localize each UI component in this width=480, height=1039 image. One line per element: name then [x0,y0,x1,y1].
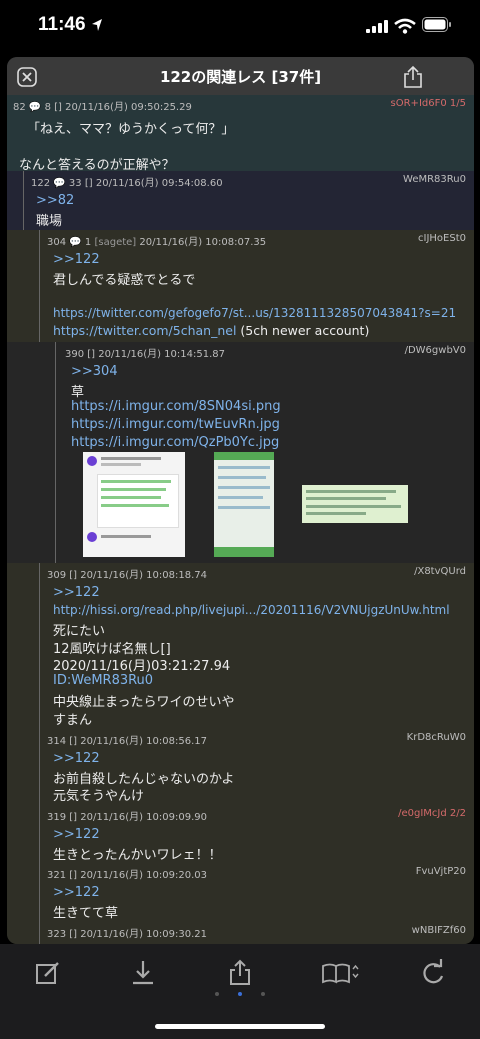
post-number: 82 [13,102,26,113]
refresh-icon[interactable] [418,958,448,988]
sage-mark: [] [69,736,78,747]
post-text: 君しんでる疑惑でとるで [53,273,196,288]
image-link[interactable]: https://i.imgur.com/8SN04si.png [71,399,281,414]
hissi-link[interactable]: http://hissi.org/read.php/livejupi.../20… [53,603,450,617]
post-date: 20/11/16(月) 10:09:20.03 [80,870,207,881]
post-314[interactable]: 314 [] 20/11/16(月) 10:08:56.17 KrD8cRuW0… [7,729,474,805]
anchor-link[interactable]: >>122 [53,827,100,842]
post-number: 321 [47,870,67,881]
sage-mark: [] [69,812,78,823]
post-date: 20/11/16(月) 09:50:25.29 [65,102,192,113]
image-thumbnail[interactable] [83,452,185,557]
post-text: 生きてて草 [53,906,119,921]
anchor-link[interactable]: >>122 [53,885,100,900]
image-thumbnail[interactable] [302,485,408,523]
reply-count[interactable]: 33 [69,178,82,189]
post-date: 20/11/16(月) 10:09:09.90 [80,812,207,823]
share-icon[interactable] [402,65,424,89]
page-indicator-dot [261,992,265,996]
post-id[interactable]: /X8tvQUrd [414,566,466,577]
post-number: 323 [47,929,67,940]
book-icon[interactable] [321,958,361,988]
share-icon[interactable] [225,958,255,988]
sage-mark: [] [84,178,93,189]
signal-icon [366,20,388,33]
status-bar: 11:46 [0,0,480,50]
post-date: 20/11/16(月) 10:08:18.74 [80,570,207,581]
reply-icon[interactable]: 💬 [53,178,65,189]
anchor-link[interactable]: >>82 [36,193,74,208]
location-arrow-icon [92,19,102,31]
related-replies-modal: 122の関連レス [37件] 82 💬 8 [] 20/11/16(月) 09:… [7,57,474,944]
anchor-link[interactable]: >>122 [53,252,100,267]
image-link[interactable]: https://i.imgur.com/twEuvRn.jpg [71,417,280,432]
post-id[interactable]: wNBIFZf60 [412,925,466,936]
sage-mark: [] [54,102,62,113]
post-390[interactable]: 390 [] 20/11/16(月) 10:14:51.87 /DW6gwbV0… [7,342,474,563]
post-number: 304 [47,237,67,248]
modal-header: 122の関連レス [37件] [7,57,474,95]
reply-count[interactable]: 1 [85,237,91,248]
sage-mark: [] [87,349,96,360]
post-text: 職場 [36,214,63,229]
post-id[interactable]: /e0gIMcJd 2/2 [398,808,466,819]
post-text: 「ねえ、ママ？ゆうかくって何？」 [27,122,235,137]
anchor-link[interactable]: >>122 [53,751,100,766]
home-indicator[interactable] [155,1024,325,1029]
twitter-link[interactable]: https://twitter.com/5chan_nel [53,323,236,338]
post-date: 20/11/16(月) 10:08:07.35 [139,237,267,248]
post-number: 309 [47,570,67,581]
post-319[interactable]: 319 [] 20/11/16(月) 10:09:09.90 /e0gIMcJd… [7,805,474,863]
twitter-link[interactable]: https://twitter.com/gefogefo7/st...us/13… [53,306,456,320]
post-text: 中央線止まったらワイのせいや [53,695,235,710]
sage-mark: [sagete] [94,237,137,248]
post-date: 20/11/16(月) 10:09:30.21 [80,929,207,940]
post-id[interactable]: cIJHoESt0 [418,233,466,244]
post-id[interactable]: sOR+Id6F0 1/5 [391,98,466,109]
post-id[interactable]: FvuVjtP20 [416,866,466,877]
reply-icon[interactable]: 💬 [69,237,81,248]
post-text: 生きとったんかいワレェ！！ [53,848,222,863]
post-text: 元気そうやんけ [53,789,145,804]
post-number: 314 [47,736,67,747]
post-323[interactable]: 323 [] 20/11/16(月) 10:09:30.21 wNBIFZf60 [7,922,474,944]
page-indicator-dot-active [238,992,242,996]
anchor-link[interactable]: >>304 [71,364,118,379]
reply-icon[interactable]: 💬 [29,102,41,113]
post-309[interactable]: 309 [] 20/11/16(月) 10:08:18.74 /X8tvQUrd… [7,563,474,729]
battery-icon [422,17,451,32]
anchor-link[interactable]: >>122 [53,585,100,600]
download-icon[interactable] [128,958,158,988]
post-82[interactable]: 82 💬 8 [] 20/11/16(月) 09:50:25.29 sOR+Id… [7,95,474,171]
sage-mark: [] [69,570,78,581]
post-number: 319 [47,812,67,823]
post-text: すまん [53,713,93,728]
id-link[interactable]: ID:WeMR83Ru0 [53,673,153,688]
post-text: 草 [71,385,85,400]
post-id[interactable]: /DW6gwbV0 [405,345,466,356]
post-date: 20/11/16(月) 10:14:51.87 [98,349,225,360]
compose-icon[interactable] [33,958,63,988]
image-thumbnail[interactable] [214,452,274,557]
reply-count[interactable]: 8 [45,102,51,113]
post-text: 死にたい [53,624,106,639]
post-id[interactable]: WeMR83Ru0 [403,174,466,185]
post-text: なんと答えるのが正解や？ [19,158,175,171]
sage-mark: [] [69,929,78,940]
post-122[interactable]: 122 💬 33 [] 20/11/16(月) 09:54:08.60 WeMR… [7,171,474,230]
clock: 11:46 [38,14,86,35]
post-date: 20/11/16(月) 10:08:56.17 [80,736,207,747]
post-number: 122 [31,178,51,189]
post-text: (5ch newer account) [240,323,370,338]
post-304[interactable]: 304 💬 1 [sagete] 20/11/16(月) 10:08:07.35… [7,230,474,342]
image-link[interactable]: https://i.imgur.com/QzPb0Yc.jpg [71,435,279,450]
post-id[interactable]: KrD8cRuW0 [407,732,466,743]
wifi-icon [394,18,416,34]
post-date: 20/11/16(月) 09:54:08.60 [95,178,223,189]
post-text: 2020/11/16(月)03:21:27.94 [53,659,231,674]
post-321[interactable]: 321 [] 20/11/16(月) 10:09:20.03 FvuVjtP20… [7,863,474,922]
page-indicator-dot [215,992,219,996]
sage-mark: [] [69,870,78,881]
post-number: 390 [65,349,85,360]
